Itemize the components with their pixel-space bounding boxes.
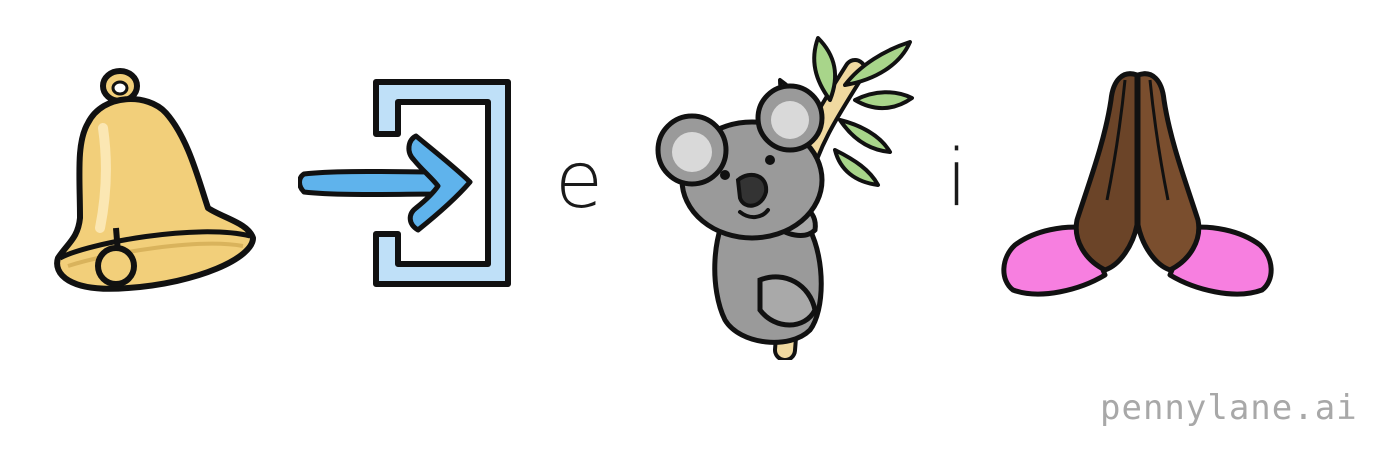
folded-hands-icon bbox=[1001, 71, 1274, 297]
letter-e: e bbox=[555, 136, 603, 226]
rebus-puzzle: e i pennylane.ai bbox=[0, 0, 1384, 455]
enter-arrow-icon bbox=[298, 79, 511, 287]
watermark: pennylane.ai bbox=[1100, 388, 1358, 428]
koala-icon bbox=[655, 36, 914, 360]
bell-icon bbox=[54, 68, 256, 292]
letter-i: i bbox=[946, 134, 968, 224]
